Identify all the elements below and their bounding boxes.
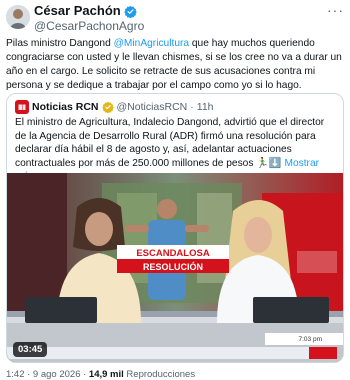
- video-frame: ESCANDALOSA RESOLUCIÓN 7:03 pm: [7, 173, 343, 362]
- more-options-icon[interactable]: ···: [327, 3, 344, 17]
- meta-separator: ·: [190, 101, 194, 113]
- quoted-author-handle[interactable]: @NoticiasRCN: [117, 100, 188, 114]
- noticias-rcn-avatar[interactable]: [15, 100, 29, 114]
- quoted-tweet-header: Noticias RCN @NoticiasRCN · 11h: [15, 100, 214, 114]
- quoted-tweet[interactable]: Noticias RCN @NoticiasRCN · 11h El minis…: [6, 93, 344, 363]
- author-avatar[interactable]: [6, 5, 30, 29]
- quoted-author-name[interactable]: Noticias RCN: [32, 100, 99, 114]
- verified-badge-icon: [123, 5, 137, 18]
- author-name[interactable]: César Pachón: [34, 4, 121, 18]
- video-duration: 03:45: [13, 342, 48, 357]
- author-handle[interactable]: @CesarPachonAgro: [34, 19, 144, 34]
- post-timestamp[interactable]: 1:42 · 9 ago 2026 ·: [6, 369, 89, 380]
- quoted-text-body: El ministro de Agricultura, Indalecio Da…: [15, 117, 325, 169]
- banner-subtitle: RESOLUCIÓN: [143, 261, 203, 272]
- tweet-footer: 1:42 · 9 ago 2026 · 14,9 mil Reproduccio…: [6, 369, 195, 380]
- tweet-text-start: Pilas ministro Dangond: [6, 38, 114, 49]
- view-count: 14,9 mil: [88, 369, 124, 380]
- banner-title: ESCANDALOSA: [136, 248, 210, 259]
- video-player[interactable]: ESCANDALOSA RESOLUCIÓN 7:03 pm 03:45: [7, 173, 343, 362]
- tweet-text: Pilas ministro Dangond @MinAgricultura q…: [6, 37, 344, 93]
- tweet-header: César Pachón @CesarPachonAgro ···: [6, 3, 344, 33]
- views-label: Reproducciones: [123, 369, 196, 380]
- broadcast-clock: 7:03 pm: [299, 336, 323, 343]
- quoted-timestamp[interactable]: 11h: [197, 100, 214, 114]
- verified-organization-icon: [101, 101, 114, 113]
- mention-link[interactable]: @MinAgricultura: [114, 38, 189, 49]
